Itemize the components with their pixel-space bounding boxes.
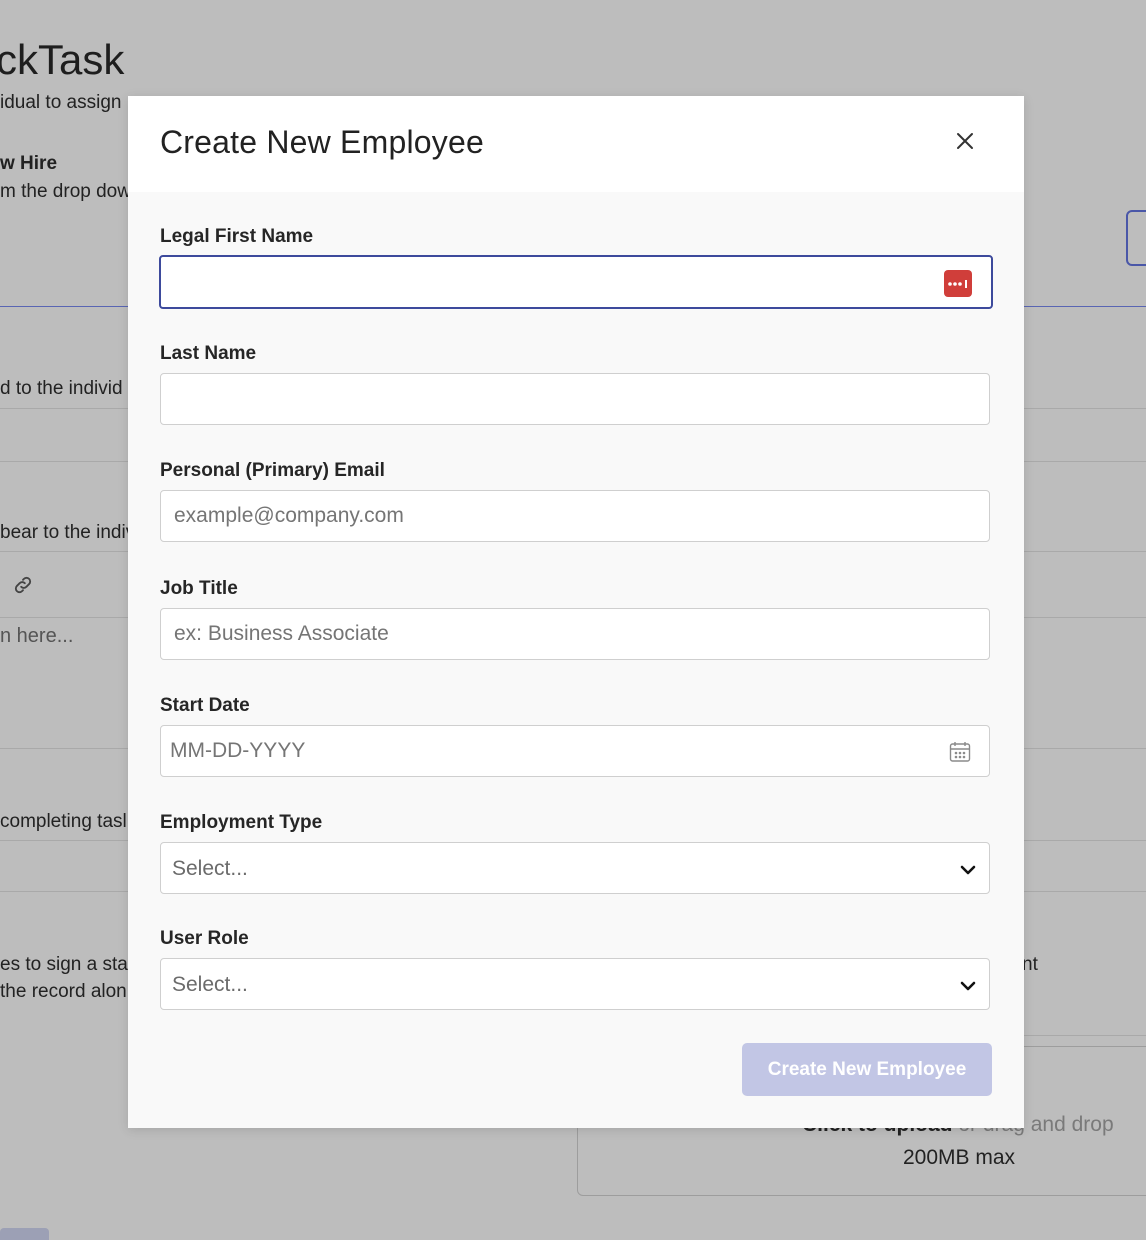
create-employee-button[interactable]: Create New Employee — [742, 1043, 992, 1096]
job-title-label: Job Title — [160, 578, 238, 599]
close-icon — [957, 133, 973, 149]
row-description: es to sign a stat — [0, 954, 134, 975]
background-button — [1126, 210, 1146, 266]
password-manager-icon[interactable] — [944, 270, 972, 297]
editor-placeholder: n here... — [0, 625, 74, 647]
job-title-field[interactable] — [160, 608, 990, 660]
employment-type-label: Employment Type — [160, 812, 323, 833]
start-date-label: Start Date — [160, 695, 250, 716]
user-role-value: Select... — [172, 973, 248, 996]
start-date-input[interactable] — [161, 726, 989, 776]
last-name-input[interactable] — [161, 374, 989, 424]
first-name-field[interactable] — [159, 255, 993, 309]
employment-type-value: Select... — [172, 857, 248, 880]
modal-header: Create New Employee — [128, 96, 1024, 192]
calendar-icon[interactable] — [948, 740, 972, 764]
last-name-label: Last Name — [160, 343, 257, 364]
row-description: d to the individ — [0, 378, 123, 399]
employment-type-select[interactable]: Select... — [160, 842, 990, 894]
email-input[interactable] — [161, 491, 989, 541]
modal-title: Create New Employee — [160, 124, 484, 160]
create-employee-modal: Create New Employee Legal First Name Las… — [128, 96, 1024, 1128]
app-title: ckTask — [0, 36, 125, 83]
close-button[interactable] — [950, 126, 980, 156]
new-hire-hint: m the drop dow — [0, 181, 131, 202]
divider — [1024, 1035, 1146, 1036]
link-icon — [12, 574, 34, 596]
row-description: the record alon — [0, 981, 127, 1002]
start-date-field[interactable] — [160, 725, 990, 777]
last-name-field[interactable] — [160, 373, 990, 425]
row-description: bear to the indiv — [0, 522, 136, 543]
email-label: Personal (Primary) Email — [160, 460, 385, 481]
chevron-down-icon — [957, 975, 979, 997]
user-role-label: User Role — [160, 928, 249, 949]
row-description: completing tasl — [0, 811, 127, 832]
background-button — [0, 1228, 49, 1240]
right-fragment: nt — [1022, 954, 1038, 975]
job-title-input[interactable] — [161, 609, 989, 659]
user-role-select[interactable]: Select... — [160, 958, 990, 1010]
email-field[interactable] — [160, 490, 990, 542]
new-hire-heading: w Hire — [0, 153, 58, 174]
first-name-input[interactable] — [161, 257, 991, 307]
upload-size-limit: 200MB max — [903, 1146, 1016, 1169]
first-name-label: Legal First Name — [160, 226, 314, 247]
chevron-down-icon — [957, 859, 979, 881]
page-subtitle: idual to assign — [0, 92, 122, 113]
